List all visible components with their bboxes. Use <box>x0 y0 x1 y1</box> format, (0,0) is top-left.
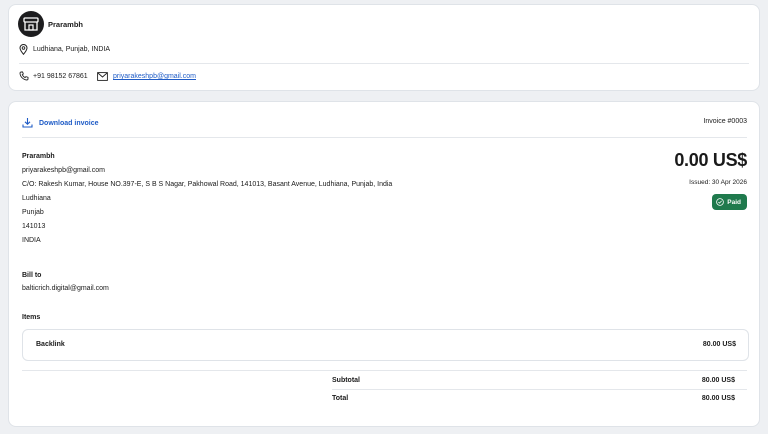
sender-state: Punjab <box>22 209 44 216</box>
divider <box>22 370 747 371</box>
invoice-total: 0.00 US$ <box>674 150 747 170</box>
subtotal-label: Subtotal <box>332 377 360 384</box>
sender-name: Prarambh <box>22 153 55 160</box>
download-invoice-button[interactable]: Download invoice <box>39 120 99 127</box>
issued-date: Issued: 30 Apr 2026 <box>689 179 747 186</box>
location-pin-icon <box>19 44 28 57</box>
divider <box>19 63 749 64</box>
divider <box>332 389 747 390</box>
business-email-link[interactable]: priyarakeshpb@gmail.com <box>113 73 196 80</box>
business-name: Prarambh <box>48 20 84 29</box>
invoice-card: Download invoice Invoice #0003 Prarambh … <box>8 101 760 427</box>
item-name: Backlink <box>36 341 65 348</box>
download-icon[interactable] <box>22 117 33 130</box>
store-logo-icon <box>18 11 44 37</box>
total-value: 80.00 US$ <box>701 395 735 402</box>
business-card: Prarambh Ludhiana, Punjab, INDIA +91 981… <box>8 4 760 91</box>
items-list: Backlink 80.00 US$ <box>22 329 749 361</box>
sender-postcode: 141013 <box>22 223 46 230</box>
bill-to-label: Bill to <box>22 272 42 279</box>
divider <box>22 137 747 138</box>
items-label: Items <box>22 314 41 321</box>
subtotal-value: 80.00 US$ <box>701 377 735 384</box>
phone-icon <box>19 71 29 83</box>
sender-country: INDIA <box>22 237 41 244</box>
status-badge: Paid <box>712 194 747 210</box>
status-label: Paid <box>727 198 741 206</box>
sender-email: priyarakeshpb@gmail.com <box>22 167 105 174</box>
item-amount: 80.00 US$ <box>702 341 736 348</box>
business-phone: +91 98152 67861 <box>33 73 88 80</box>
sender-city: Ludhiana <box>22 195 51 202</box>
total-label: Total <box>332 395 349 402</box>
check-circle-icon <box>716 198 725 206</box>
bill-to-email: balticrich.digital@gmail.com <box>22 285 109 292</box>
invoice-number: Invoice #0003 <box>703 118 747 125</box>
sender-address: C/O: Rakesh Kumar, House NO.397-E, S B S… <box>22 181 393 188</box>
mail-icon <box>97 72 108 83</box>
business-location: Ludhiana, Punjab, INDIA <box>33 46 111 53</box>
